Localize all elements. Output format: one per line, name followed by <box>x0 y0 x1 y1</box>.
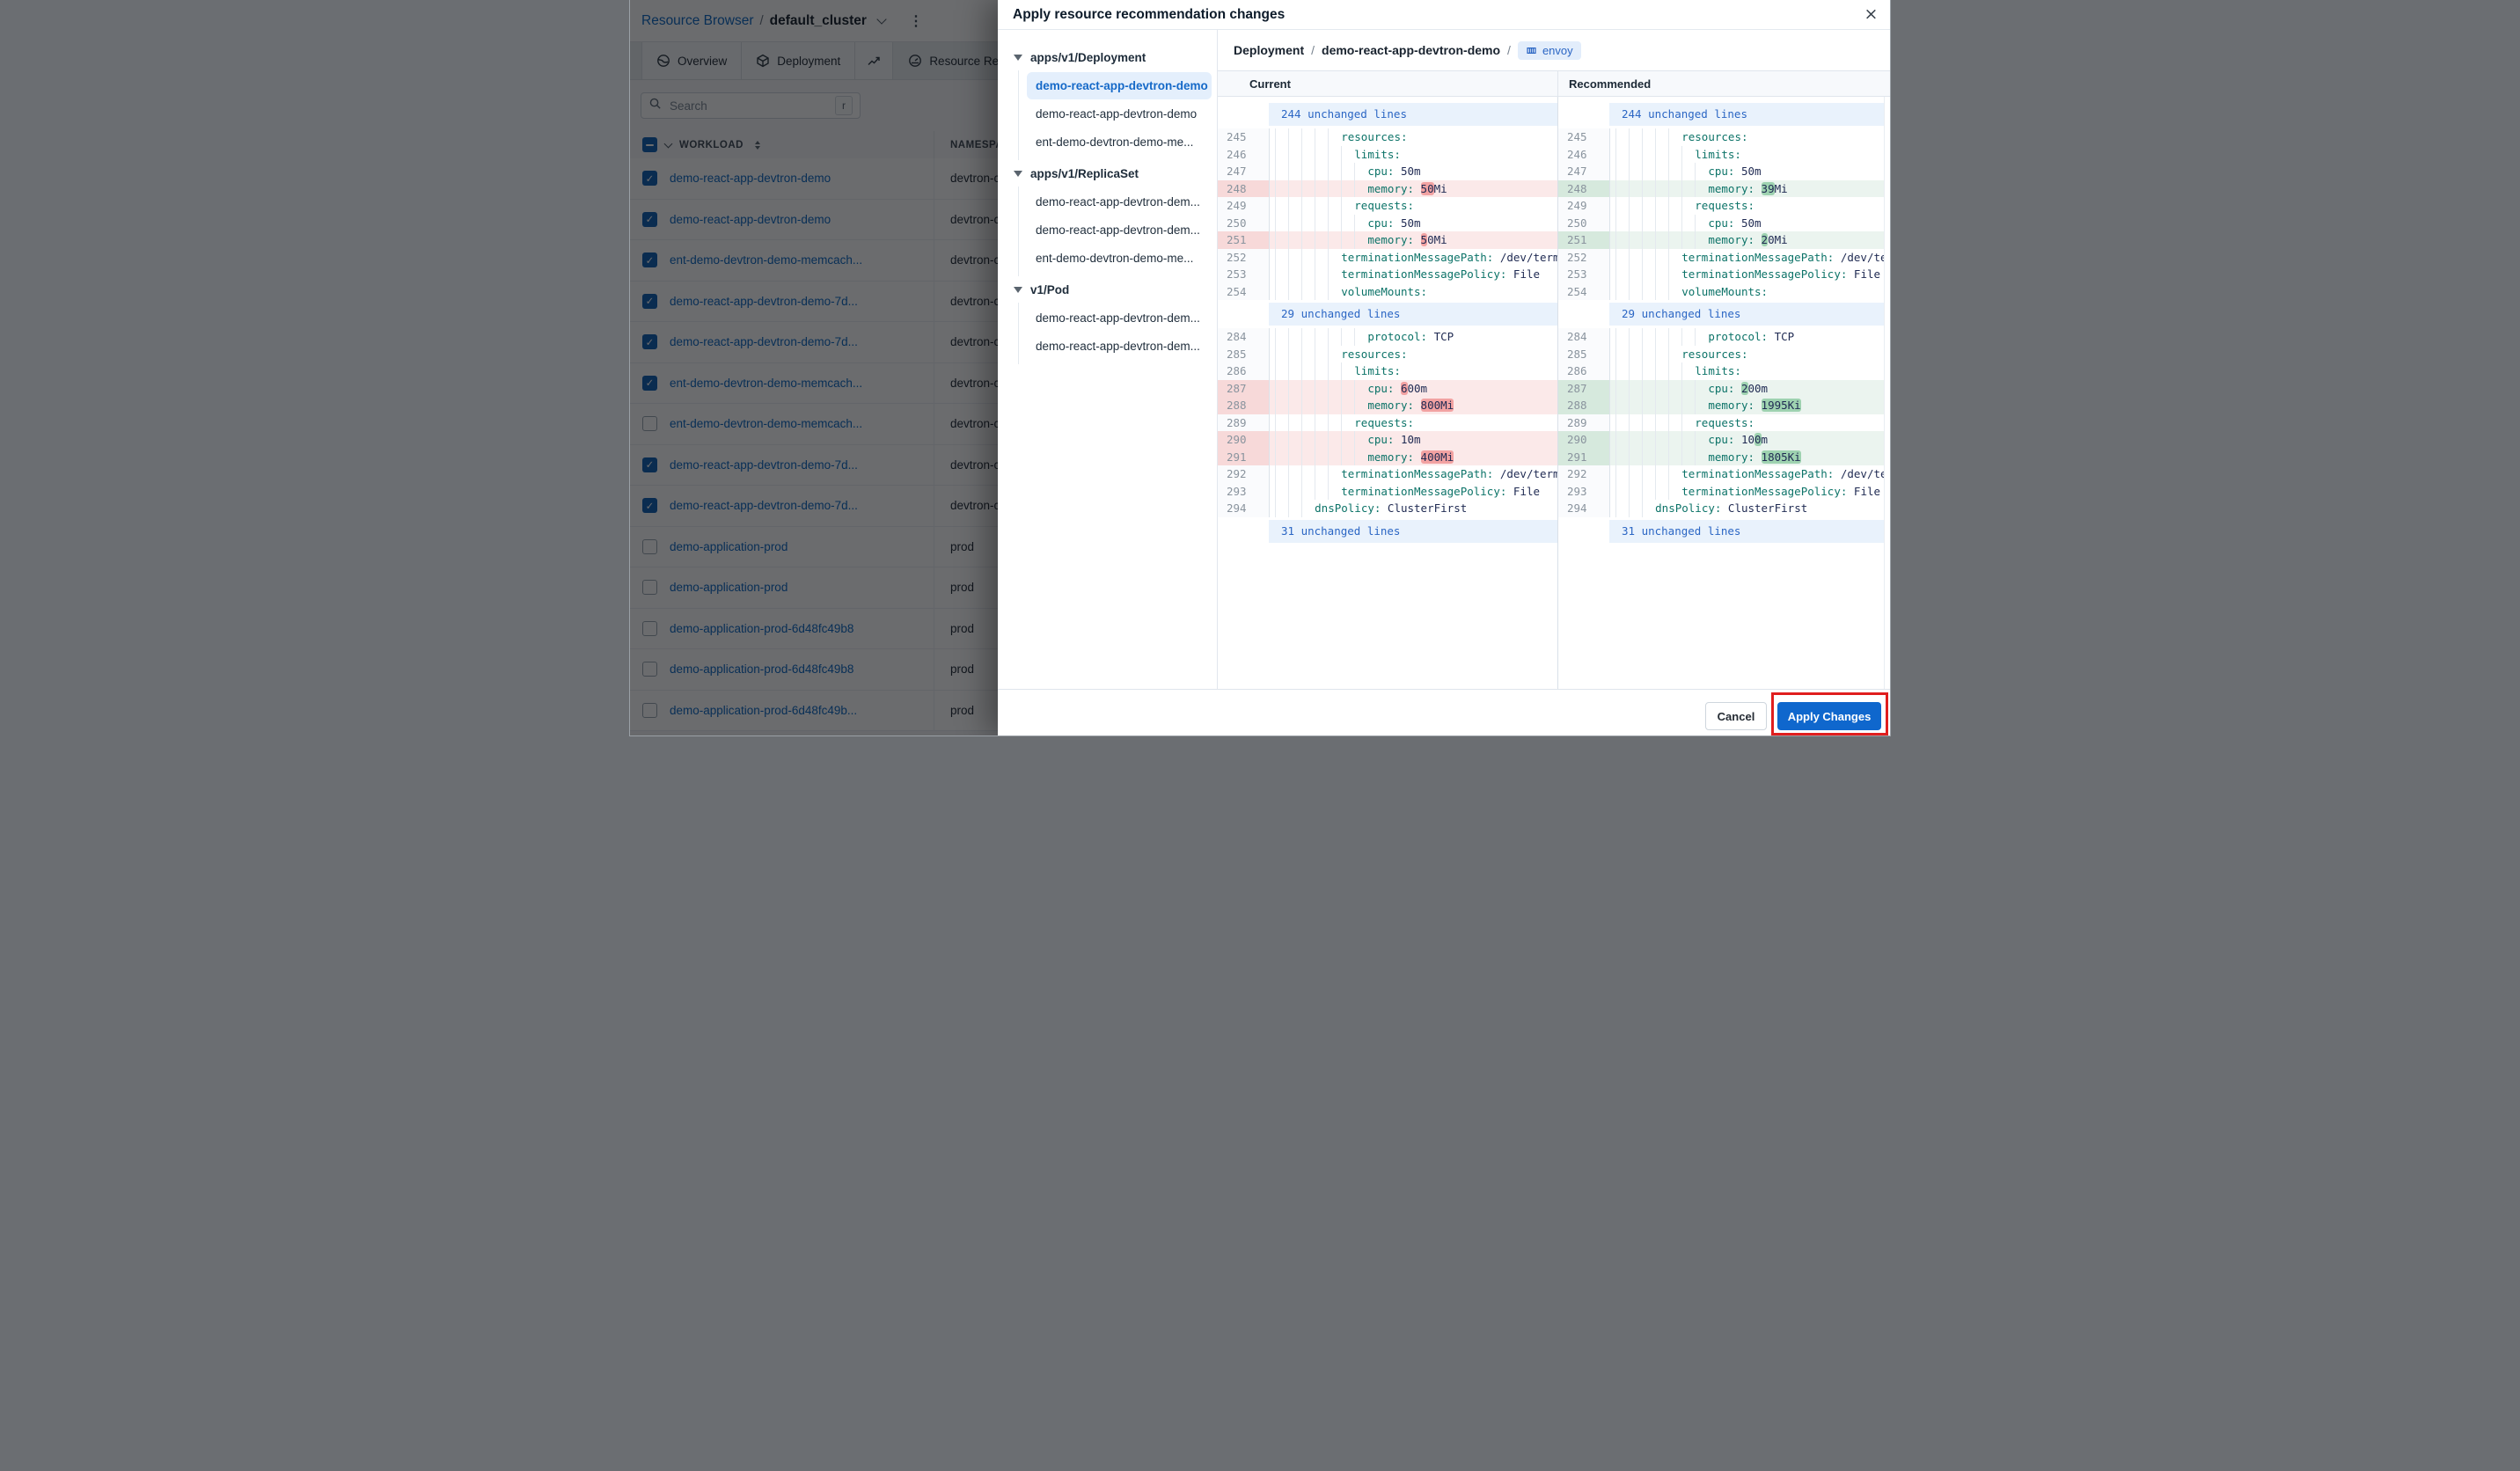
unchanged-lines-band: 31 unchanged lines <box>1218 520 1557 543</box>
tree-item[interactable]: demo-react-app-devtron-dem... <box>1027 188 1212 216</box>
diff-line: 286limits: <box>1558 362 1890 380</box>
tree-group-label: apps/v1/ReplicaSet <box>1030 167 1139 180</box>
diff-line: 286limits: <box>1218 362 1557 380</box>
tree-group-label: apps/v1/Deployment <box>1030 51 1146 64</box>
diff-line: 250cpu: 50m <box>1218 215 1557 232</box>
breadcrumb-separator: / <box>1507 43 1511 57</box>
diff-line: 251memory: 20Mi <box>1558 231 1890 249</box>
tree-group[interactable]: apps/v1/Deployment <box>1014 44 1217 70</box>
diff-grid: 244 unchanged lines245resources:246limit… <box>1218 97 1890 690</box>
unchanged-lines-band: 31 unchanged lines <box>1558 520 1890 543</box>
diff-line: 249requests: <box>1558 197 1890 215</box>
diff-line: 246limits: <box>1558 146 1890 164</box>
diff-line: 254volumeMounts: <box>1558 283 1890 301</box>
current-column-header: Current <box>1218 71 1558 96</box>
diff-scrollbar[interactable] <box>1884 97 1890 690</box>
close-icon[interactable]: × <box>1859 3 1883 26</box>
unchanged-lines-band: 29 unchanged lines <box>1218 303 1557 326</box>
diff-breadcrumb: Deployment / demo-react-app-devtron-demo… <box>1218 30 1890 70</box>
cancel-button[interactable]: Cancel <box>1705 702 1767 730</box>
container-pill[interactable]: envoy <box>1518 41 1581 60</box>
tree-group[interactable]: v1/Pod <box>1014 276 1217 303</box>
recommended-diff-column: 244 unchanged lines 245resources:246limit… <box>1558 97 1890 690</box>
diff-line: 245resources: <box>1218 128 1557 146</box>
diff-line: 285resources: <box>1218 346 1557 363</box>
diff-line: 294dnsPolicy: ClusterFirst <box>1218 500 1557 517</box>
diff-line: 291memory: 1805Ki <box>1558 449 1890 466</box>
apply-changes-button[interactable]: Apply Changes <box>1777 702 1881 730</box>
diff-column-headers: Current Recommended <box>1218 70 1890 97</box>
diff-line: 249requests: <box>1218 197 1557 215</box>
diff-line: 254volumeMounts: <box>1218 283 1557 301</box>
modal-footer: Cancel Apply Changes <box>998 689 1890 736</box>
diff-line: 248memory: 50Mi <box>1218 180 1557 198</box>
diff-line: 247cpu: 50m <box>1558 163 1890 180</box>
tree-item[interactable]: demo-react-app-devtron-dem... <box>1027 333 1212 360</box>
diff-line: 285resources: <box>1558 346 1890 363</box>
tree-item[interactable]: ent-demo-devtron-demo-me... <box>1027 245 1212 272</box>
diff-line: 287cpu: 200m <box>1558 380 1890 398</box>
container-icon <box>1526 45 1537 56</box>
tree-item[interactable]: demo-react-app-devtron-dem... <box>1027 304 1212 332</box>
resource-kind: Deployment <box>1234 43 1304 57</box>
diff-line: 292terminationMessagePath: /dev/termina <box>1218 465 1557 483</box>
diff-line: 290cpu: 10m <box>1218 431 1557 449</box>
modal-body: apps/v1/Deployment demo-react-app-devtron… <box>998 30 1890 690</box>
diff-panel: Deployment / demo-react-app-devtron-demo… <box>1218 30 1890 690</box>
resource-name: demo-react-app-devtron-demo <box>1322 43 1500 57</box>
diff-line: 284protocol: TCP <box>1558 328 1890 346</box>
tree-item[interactable]: demo-react-app-devtron-dem... <box>1027 216 1212 244</box>
unchanged-lines-band: 244 unchanged lines <box>1218 103 1557 126</box>
diff-line: 251memory: 50Mi <box>1218 231 1557 249</box>
modal-header: Apply resource recommendation changes × <box>998 0 1890 30</box>
diff-line: 252terminationMessagePath: /dev/termina <box>1218 249 1557 267</box>
diff-line: 252terminationMessagePath: /dev/termi <box>1558 249 1890 267</box>
modal-title: Apply resource recommendation changes <box>1013 7 1285 23</box>
diff-line: 291memory: 400Mi <box>1218 449 1557 466</box>
triangle-down-icon <box>1014 55 1022 61</box>
current-diff-column: 244 unchanged lines 245resources:246limit… <box>1218 97 1558 690</box>
diff-line: 288memory: 1995Ki <box>1558 397 1890 414</box>
container-name: envoy <box>1542 44 1573 57</box>
diff-line: 246limits: <box>1218 146 1557 164</box>
diff-line: 284protocol: TCP <box>1218 328 1557 346</box>
diff-line: 293terminationMessagePolicy: File <box>1558 483 1890 501</box>
breadcrumb-separator: / <box>1311 43 1315 57</box>
diff-line: 294dnsPolicy: ClusterFirst <box>1558 500 1890 517</box>
tree-item[interactable]: ent-demo-devtron-demo-me... <box>1027 128 1212 156</box>
diff-line: 250cpu: 50m <box>1558 215 1890 232</box>
apply-recommendation-modal: Apply resource recommendation changes × … <box>998 0 1890 736</box>
diff-line: 253terminationMessagePolicy: File <box>1218 266 1557 283</box>
diff-line: 290cpu: 100m <box>1558 431 1890 449</box>
diff-line: 247cpu: 50m <box>1218 163 1557 180</box>
diff-line: 289requests: <box>1218 414 1557 432</box>
screenshot-stage: Resource Browser / default_cluster ⋮ Ove… <box>630 0 1890 736</box>
resource-tree: apps/v1/Deployment demo-react-app-devtron… <box>998 30 1218 690</box>
diff-line: 292terminationMessagePath: /dev/termi <box>1558 465 1890 483</box>
unchanged-lines-band: 29 unchanged lines <box>1558 303 1890 326</box>
triangle-down-icon <box>1014 287 1022 293</box>
diff-line: 293terminationMessagePolicy: File <box>1218 483 1557 501</box>
tree-item[interactable]: demo-react-app-devtron-demo <box>1027 72 1212 99</box>
tree-item[interactable]: demo-react-app-devtron-demo <box>1027 100 1212 128</box>
diff-line: 289requests: <box>1558 414 1890 432</box>
diff-line: 248memory: 39Mi <box>1558 180 1890 198</box>
tree-group-label: v1/Pod <box>1030 283 1069 296</box>
diff-line: 288memory: 800Mi <box>1218 397 1557 414</box>
diff-line: 245resources: <box>1558 128 1890 146</box>
tree-group[interactable]: apps/v1/ReplicaSet <box>1014 160 1217 187</box>
diff-line: 253terminationMessagePolicy: File <box>1558 266 1890 283</box>
recommended-column-header: Recommended <box>1558 71 1890 96</box>
unchanged-lines-band: 244 unchanged lines <box>1558 103 1890 126</box>
triangle-down-icon <box>1014 171 1022 177</box>
diff-line: 287cpu: 600m <box>1218 380 1557 398</box>
